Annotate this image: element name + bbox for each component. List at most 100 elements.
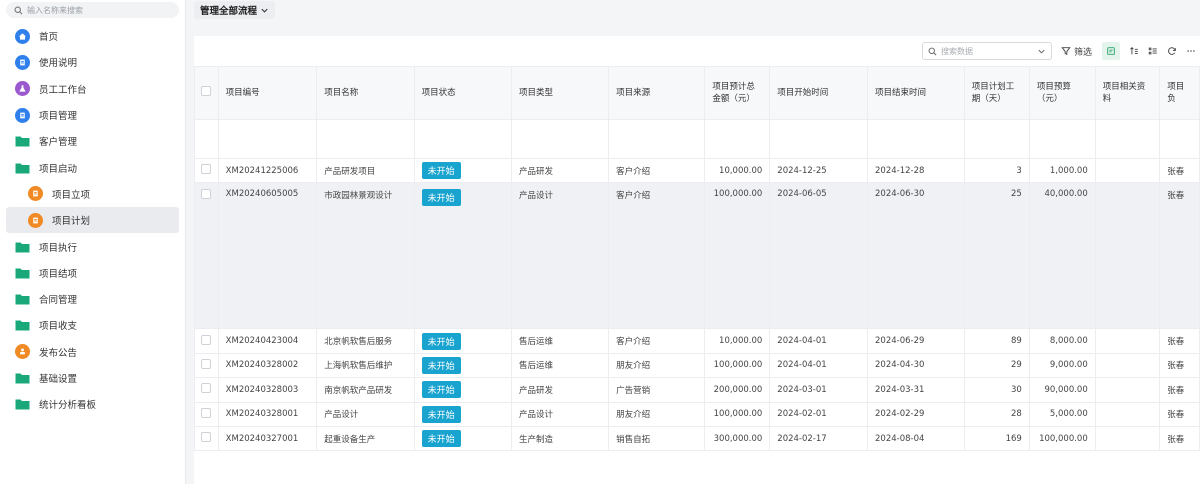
cell-source: 广告营销	[608, 377, 706, 403]
sidebar: 输入名称来搜索 首页 使用说明 员工工作台 项目管理 客户管理 项目启动 项目立项 项目计划项…	[0, 0, 186, 484]
table-row[interactable]: XM20240328002 上海帆软售后维护 未开始 售后运维 朋友介绍 100,000.…	[194, 352, 1200, 379]
cell-type: 产品研发	[511, 157, 610, 184]
table-header-row: 项目编号 项目名称 项目状态 项目类型 项目来源 项目预计总金额（元） 项目开始…	[194, 66, 1200, 120]
filter-button[interactable]: 筛选	[1061, 45, 1092, 58]
cell-amount: 10,000.00	[704, 157, 771, 184]
process-select[interactable]: 管理全部流程	[194, 1, 276, 19]
status-badge: 未开始	[421, 189, 461, 207]
cell-docs	[1094, 157, 1161, 184]
status-badge: 未开始	[421, 405, 461, 423]
cell-amount: 200,000.00	[704, 377, 771, 403]
cell-docs	[1094, 401, 1161, 427]
table-row[interactable]: XM20240328001 产品设计 未开始 产品设计 朋友介绍 100,000.00 20…	[194, 401, 1200, 427]
table-row[interactable]: XM20240605005 市政园林景观设计 未开始 产品设计 客户介绍 100,000.…	[194, 182, 1200, 330]
row-checkbox[interactable]	[194, 328, 219, 354]
sidebar-item-label: 项目收支	[39, 321, 78, 333]
status-cell: 未开始	[413, 182, 513, 330]
cell-days: 29	[963, 352, 1030, 379]
cell-owner: 张春	[1159, 328, 1200, 354]
cell-source: 朋友介绍	[608, 352, 706, 379]
sidebar-item[interactable]: 使用说明	[0, 49, 185, 75]
status-cell: 未开始	[413, 377, 513, 403]
group-button[interactable]	[1148, 46, 1158, 56]
column-header[interactable]: 项目相关资料	[1094, 66, 1161, 120]
column-header[interactable]: 项目开始时间	[769, 66, 869, 120]
sidebar-item[interactable]: 合同管理	[0, 286, 185, 312]
cell-start: 2024-02-17	[769, 425, 869, 452]
status-badge: 未开始	[421, 162, 461, 180]
cell-source: 朋友介绍	[608, 401, 706, 427]
sort-icon	[1130, 46, 1138, 55]
sidebar-item[interactable]: 项目启动	[0, 154, 185, 180]
folder-icon	[14, 133, 30, 149]
sidebar-item[interactable]: 项目执行	[0, 233, 185, 259]
sidebar-item[interactable]: 首页	[0, 23, 185, 49]
folder-icon	[14, 317, 30, 333]
row-checkbox[interactable]	[194, 352, 219, 379]
card-view-button[interactable]	[1102, 42, 1120, 60]
cell-days: 3	[963, 157, 1030, 184]
status-badge: 未开始	[421, 430, 461, 448]
column-header[interactable]: 项目计划工期（天）	[963, 66, 1030, 120]
column-header[interactable]: 项目状态	[413, 66, 513, 120]
sidebar-item-label: 员工工作台	[39, 84, 87, 96]
data-search-placeholder: 搜索数据	[940, 46, 973, 56]
cell-name: 北京帆软售后服务	[316, 328, 415, 354]
data-search-input[interactable]: 搜索数据	[921, 42, 1052, 60]
column-header[interactable]: 项目结束时间	[867, 66, 965, 120]
column-header[interactable]: 项目编号	[217, 66, 318, 120]
sidebar-item[interactable]: 项目立项	[0, 181, 185, 207]
select-all-checkbox[interactable]	[194, 66, 219, 120]
column-header[interactable]: 项目来源	[608, 66, 706, 120]
list-icon	[1148, 47, 1157, 55]
sidebar-item-label: 发布公告	[39, 347, 78, 359]
cell-budget: 5,000.00	[1028, 401, 1096, 427]
cell-start: 2024-04-01	[769, 328, 869, 354]
row-checkbox[interactable]	[194, 182, 219, 330]
sidebar-item[interactable]: 员工工作台	[0, 76, 185, 102]
cell-name: 起重设备生产	[316, 425, 415, 452]
cell-name: 南京帆软产品研发	[316, 377, 415, 403]
cell-amount: 300,000.00	[704, 425, 771, 452]
table-row[interactable]: XM20240423004 北京帆软售后服务 未开始 售后运维 客户介绍 10,000.0…	[194, 328, 1200, 354]
chevron-down-icon[interactable]	[1037, 47, 1046, 56]
column-header[interactable]: 项目类型	[511, 66, 610, 120]
sidebar-item[interactable]: 项目计划	[6, 207, 179, 234]
flask-icon	[14, 81, 30, 97]
cell-end: 2024-02-29	[867, 401, 965, 427]
sidebar-item[interactable]: 统计分析看板	[0, 391, 185, 417]
sidebar-item[interactable]: 基础设置	[0, 365, 185, 391]
cell-owner: 张春	[1159, 401, 1200, 427]
cell-days: 25	[963, 182, 1030, 330]
row-checkbox[interactable]	[194, 401, 219, 427]
cell-source: 客户介绍	[608, 328, 706, 354]
column-header[interactable]: 项目负	[1159, 66, 1200, 120]
row-checkbox[interactable]	[194, 425, 219, 452]
row-checkbox[interactable]	[194, 157, 219, 184]
status-badge: 未开始	[421, 332, 461, 350]
table-row[interactable]: XM20241225006 产品研发项目 未开始 产品研发 客户介绍 10,000.00 2…	[194, 157, 1200, 184]
sort-button[interactable]	[1129, 46, 1139, 56]
more-button[interactable]	[1186, 46, 1196, 56]
sidebar-search[interactable]: 输入名称来搜索	[6, 2, 179, 18]
home-icon	[14, 28, 30, 44]
column-header[interactable]: 项目预计总金额（元）	[704, 66, 771, 120]
cell-id: XM20240423004	[217, 328, 318, 354]
sidebar-item[interactable]: 项目管理	[0, 102, 185, 128]
sidebar-item[interactable]: 项目收支	[0, 312, 185, 338]
status-badge: 未开始	[421, 381, 461, 399]
table-row[interactable]: XM20240327001 起重设备生产 未开始 生产制造 销售自拓 300,000.00…	[194, 425, 1200, 452]
sidebar-item[interactable]: 发布公告	[0, 339, 185, 365]
refresh-button[interactable]	[1167, 46, 1177, 56]
sidebar-item[interactable]: 项目结项	[0, 260, 185, 286]
cell-id: XM20240605005	[217, 182, 318, 330]
sidebar-item[interactable]: 客户管理	[0, 128, 185, 154]
cell-docs	[1094, 425, 1161, 452]
column-header[interactable]: 项目名称	[316, 66, 415, 120]
column-header[interactable]: 项目预算（元）	[1028, 66, 1096, 120]
table-row[interactable]: XM20240328003 南京帆软产品研发 未开始 产品研发 广告营销 200,000.…	[194, 377, 1200, 403]
project-table: 项目编号 项目名称 项目状态 项目类型 项目来源 项目预计总金额（元） 项目开始…	[194, 66, 1200, 452]
cell-type: 售后运维	[511, 328, 610, 354]
row-checkbox[interactable]	[194, 377, 219, 403]
cell-owner: 张春	[1159, 182, 1200, 330]
